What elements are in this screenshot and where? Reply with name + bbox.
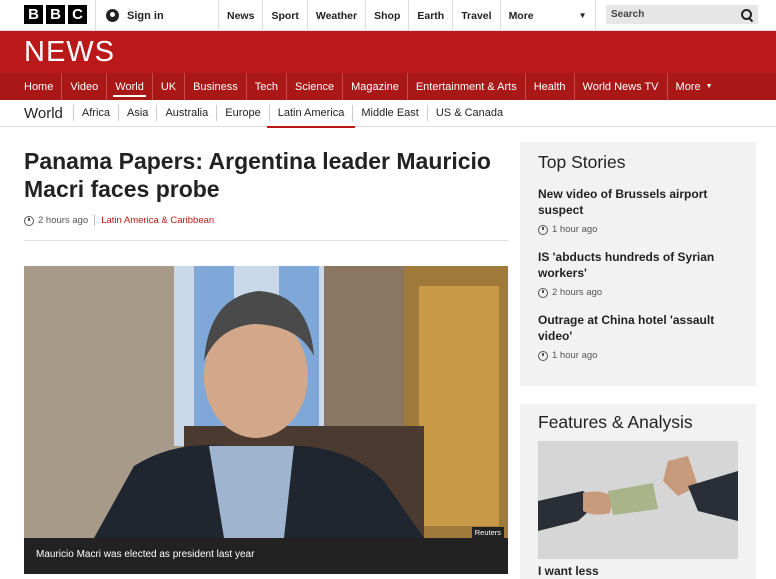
features-title: Features & Analysis [538, 412, 693, 432]
signin-label: Sign in [127, 9, 164, 22]
top-story-time-text: 1 hour ago [552, 224, 598, 235]
article-divider [24, 240, 508, 241]
image-caption: Mauricio Macri was elected as president … [24, 538, 508, 574]
global-nav-travel[interactable]: Travel [453, 0, 501, 31]
section-nav: Home Video World UK Business Tech Scienc… [0, 73, 776, 100]
section-nav-tech[interactable]: Tech [247, 73, 287, 100]
section-nav-world[interactable]: World [107, 73, 153, 100]
subnav-asia[interactable]: Asia [118, 105, 156, 121]
global-nav-sport[interactable]: Sport [263, 0, 308, 31]
subnav-middle-east[interactable]: Middle East [352, 105, 426, 121]
article-meta: 2 hours ago Latin America & Caribbean [24, 215, 214, 226]
top-story-item[interactable]: IS 'abducts hundreds of Syrian workers' … [538, 249, 738, 298]
top-story-title[interactable]: Outrage at China hotel 'assault video' [538, 312, 738, 344]
clock-icon [538, 224, 548, 235]
global-nav-shop[interactable]: Shop [366, 0, 410, 31]
subnav-latin-america[interactable]: Latin America [266, 105, 356, 128]
chevron-down-icon: ▼ [578, 11, 587, 20]
article-time: 2 hours ago [38, 215, 89, 226]
global-nav: News Sport Weather Shop Earth Travel Mor… [219, 0, 596, 31]
article-hero-image: Reuters Mauricio Macri was elected as pr… [24, 266, 508, 574]
logo-letter-b2: B [46, 5, 65, 24]
section-nav-more-label: More [675, 80, 701, 93]
section-nav-business[interactable]: Business [185, 73, 247, 100]
subnav-europe[interactable]: Europe [216, 105, 268, 121]
global-nav-more[interactable]: More ▼ [501, 0, 596, 31]
article-section-link[interactable]: Latin America & Caribbean [101, 215, 214, 226]
world-subnav: World Africa Asia Australia Europe Latin… [0, 100, 776, 128]
subnav-us-canada[interactable]: US & Canada [426, 105, 511, 121]
section-nav-video[interactable]: Video [62, 73, 108, 100]
feature-thumbnail[interactable] [538, 441, 738, 559]
section-nav-home[interactable]: Home [16, 73, 63, 100]
bbc-topbar: B B C Sign in News Sport Weather Shop Ea… [0, 0, 776, 31]
section-nav-uk[interactable]: UK [153, 73, 186, 100]
subnav-title[interactable]: World [24, 105, 63, 122]
feature-title[interactable]: I want less [538, 564, 738, 578]
top-stories-panel: Top Stories New video of Brussels airpor… [520, 142, 756, 386]
top-story-item[interactable]: Outrage at China hotel 'assault video' 1… [538, 312, 738, 361]
top-story-title[interactable]: IS 'abducts hundreds of Syrian workers' [538, 249, 738, 281]
bbc-logo[interactable]: B B C [24, 5, 87, 24]
news-logo[interactable]: NEWS [24, 36, 115, 69]
global-nav-news[interactable]: News [219, 0, 264, 31]
meta-divider [94, 215, 96, 226]
section-nav-magazine[interactable]: Magazine [343, 73, 408, 100]
section-nav-more[interactable]: More ▼ [668, 73, 721, 100]
top-story-time: 1 hour ago [538, 224, 738, 235]
logo-letter-b1: B [24, 5, 43, 24]
subnav-africa[interactable]: Africa [72, 105, 118, 121]
section-nav-health[interactable]: Health [526, 73, 575, 100]
user-icon [106, 9, 119, 22]
article-headline: Panama Papers: Argentina leader Mauricio… [24, 148, 491, 202]
section-nav-entertainment[interactable]: Entertainment & Arts [408, 73, 526, 100]
global-nav-more-label: More [508, 9, 534, 22]
subnav-australia[interactable]: Australia [156, 105, 216, 121]
clock-icon [24, 215, 34, 226]
top-story-item[interactable]: New video of Brussels airport suspect 1 … [538, 186, 738, 235]
image-credit: Reuters [471, 527, 504, 538]
hero-photo [24, 266, 508, 538]
features-panel: Features & Analysis I want less [520, 404, 756, 579]
top-story-time-text: 1 hour ago [552, 350, 598, 361]
clock-icon [538, 287, 548, 298]
search-placeholder: Search [611, 9, 645, 20]
section-nav-science[interactable]: Science [287, 73, 344, 100]
clock-icon [538, 350, 548, 361]
search-input[interactable]: Search [606, 5, 758, 24]
global-nav-weather[interactable]: Weather [308, 0, 367, 31]
top-story-title[interactable]: New video of Brussels airport suspect [538, 186, 738, 218]
global-nav-earth[interactable]: Earth [409, 0, 454, 31]
section-nav-world-news-tv[interactable]: World News TV [575, 73, 668, 100]
search-icon[interactable] [741, 8, 753, 21]
chevron-down-icon: ▼ [705, 83, 713, 90]
logo-letter-c: C [68, 5, 87, 24]
feature-photo [538, 441, 738, 559]
news-banner: NEWS [0, 31, 776, 73]
signin-button[interactable]: Sign in [95, 0, 219, 31]
top-story-time: 2 hours ago [538, 287, 738, 298]
top-story-time: 1 hour ago [538, 350, 738, 361]
top-stories-title: Top Stories [538, 152, 626, 172]
top-story-time-text: 2 hours ago [552, 287, 603, 298]
